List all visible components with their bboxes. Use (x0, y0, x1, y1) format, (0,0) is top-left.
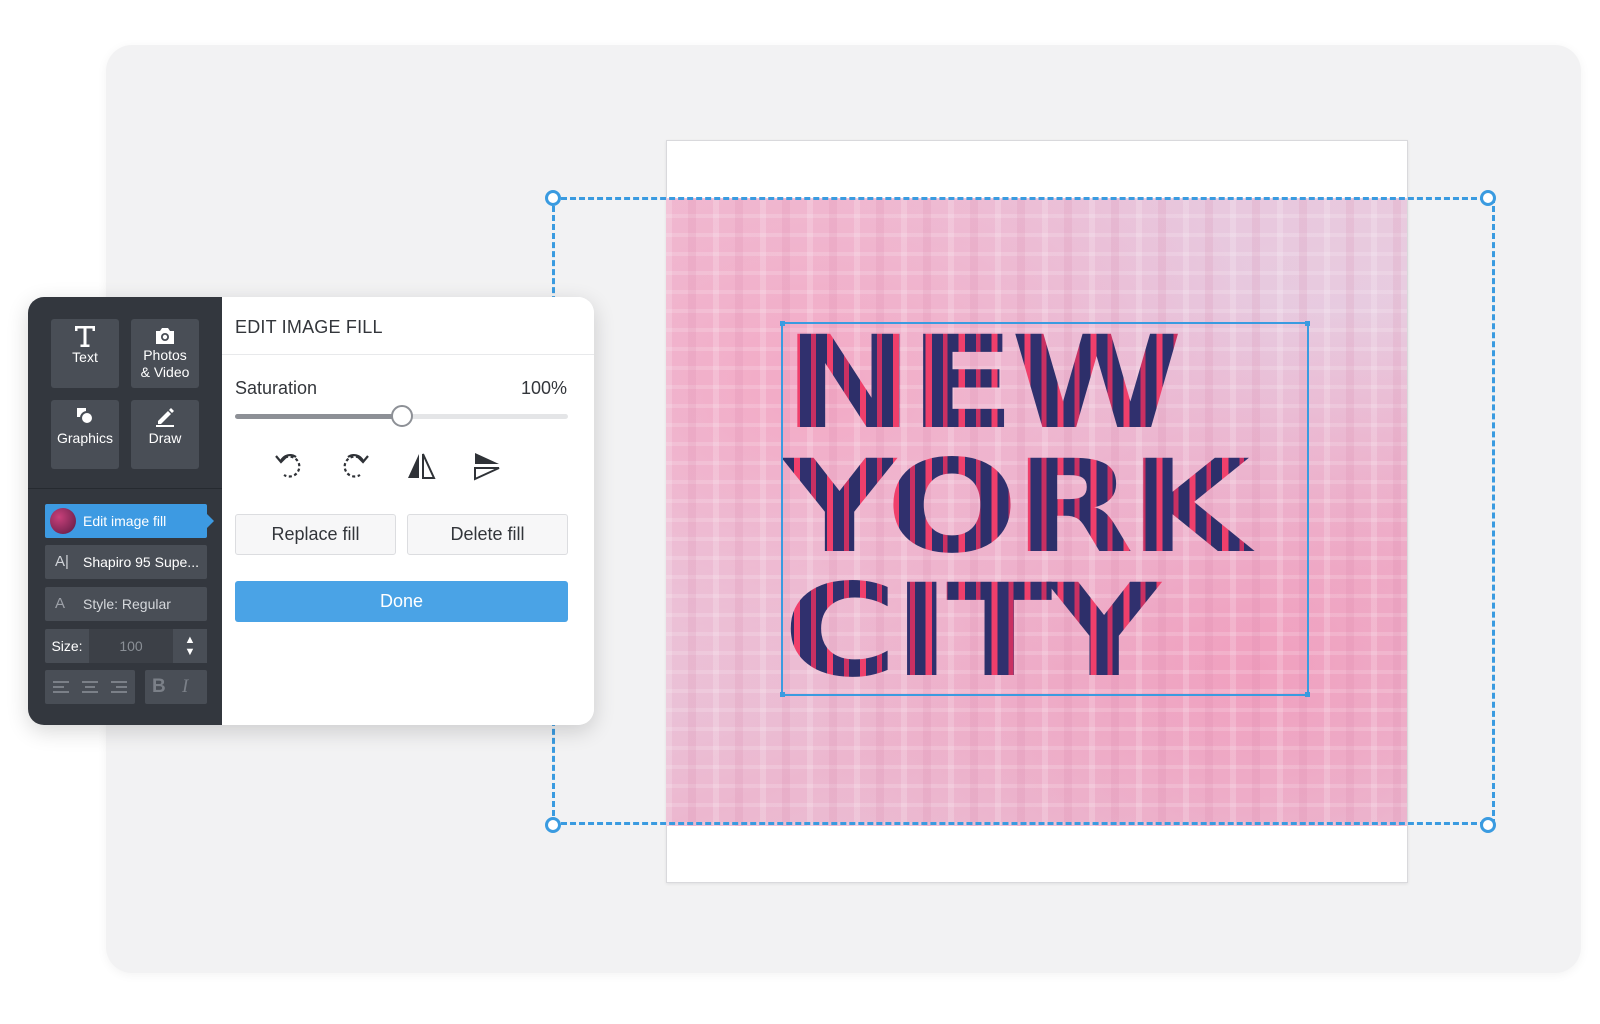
resize-handle-top-left[interactable] (545, 190, 561, 206)
font-style-icon: A (55, 595, 66, 612)
text-format-group: B I (145, 670, 207, 704)
align-center-icon[interactable] (82, 679, 98, 695)
edit-image-fill-pane: EDIT IMAGE FILL Saturation 100% Replace … (222, 297, 594, 725)
delete-fill-button[interactable]: Delete fill (407, 514, 568, 555)
graphics-tool-label: Graphics (56, 430, 114, 446)
resize-handle-bottom-right[interactable] (1480, 817, 1496, 833)
text-align-group (45, 670, 135, 704)
saturation-value: 100% (520, 378, 567, 398)
edit-image-fill-label: Edit image fill (83, 513, 167, 529)
left-toolbar: Text Photos & Video Graphics Draw Edit i… (28, 297, 222, 725)
done-button[interactable]: Done (235, 581, 568, 622)
pencil-icon (131, 404, 199, 430)
font-size-stepper[interactable]: ▲ ▼ (173, 629, 207, 663)
camera-icon (131, 325, 199, 347)
resize-handle-top-right[interactable] (1480, 190, 1496, 206)
pane-divider (222, 354, 594, 355)
saturation-label: Saturation (235, 378, 318, 398)
edit-image-fill-item[interactable]: Edit image fill (45, 504, 214, 538)
align-left-icon[interactable] (53, 679, 69, 695)
italic-icon[interactable]: I (182, 670, 188, 704)
photos-label: Photos (143, 347, 187, 363)
font-size-control: Size: 100 ▲ ▼ (45, 629, 207, 663)
text-icon (51, 323, 119, 349)
font-size-input[interactable]: 100 (89, 629, 173, 663)
video-label: & Video (140, 364, 190, 380)
font-style-selector[interactable]: A Style: Regular (45, 587, 207, 621)
pane-title: EDIT IMAGE FILL (235, 317, 383, 337)
font-size-label: Size: (45, 629, 89, 663)
text-tool-button[interactable]: Text (51, 319, 119, 388)
font-family-label: Shapiro 95 Supe... (83, 554, 199, 570)
photos-video-tool-button[interactable]: Photos & Video (131, 319, 199, 388)
toolbar-divider (28, 488, 222, 489)
rotate-right-icon[interactable] (337, 448, 373, 484)
graphics-icon (51, 404, 119, 430)
flip-horizontal-icon[interactable] (403, 448, 439, 484)
text-tool-label: Text (72, 349, 98, 365)
editor-panel: Text Photos & Video Graphics Draw Edit i… (28, 297, 594, 725)
replace-fill-button[interactable]: Replace fill (235, 514, 396, 555)
resize-handle-bottom-left[interactable] (545, 817, 561, 833)
graphics-tool-button[interactable]: Graphics (51, 400, 119, 469)
saturation-slider[interactable] (235, 405, 568, 427)
draw-tool-label: Draw (148, 430, 182, 446)
chevron-down-icon[interactable]: ▼ (173, 646, 207, 658)
saturation-slider-fill (235, 414, 402, 419)
draw-tool-button[interactable]: Draw (131, 400, 199, 469)
image-fill-selection-frame[interactable] (552, 197, 1495, 825)
font-family-selector[interactable]: A| Shapiro 95 Supe... (45, 545, 207, 579)
font-style-label: Style: Regular (83, 596, 171, 612)
flip-vertical-icon[interactable] (469, 448, 505, 484)
fill-swatch (50, 508, 76, 534)
chevron-up-icon[interactable]: ▲ (173, 634, 207, 646)
bold-icon[interactable]: B (152, 670, 166, 704)
font-icon: A| (55, 553, 69, 570)
align-right-icon[interactable] (111, 679, 127, 695)
saturation-slider-thumb[interactable] (391, 405, 413, 427)
rotate-left-icon[interactable] (271, 448, 307, 484)
